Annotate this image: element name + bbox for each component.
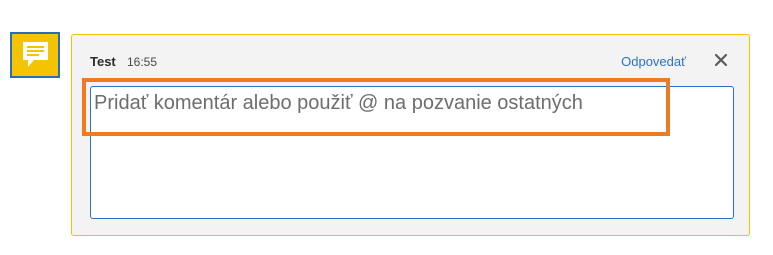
close-icon xyxy=(714,53,728,67)
comment-panel: Test 16:55 Odpovedať Pridať komentár ale… xyxy=(71,34,750,236)
comment-input[interactable]: Pridať komentár alebo použiť @ na pozvan… xyxy=(90,86,734,219)
reply-link[interactable]: Odpovedať xyxy=(621,54,686,69)
comment-author: Test xyxy=(90,54,116,69)
comment-note-icon xyxy=(23,42,48,67)
comment-canvas: Test 16:55 Odpovedať Pridať komentár ale… xyxy=(0,0,773,255)
comment-input-placeholder: Pridať komentár alebo použiť @ na pozvan… xyxy=(94,92,583,114)
comment-marker[interactable] xyxy=(10,32,60,78)
comment-time: 16:55 xyxy=(127,55,158,69)
close-button[interactable] xyxy=(713,52,729,68)
